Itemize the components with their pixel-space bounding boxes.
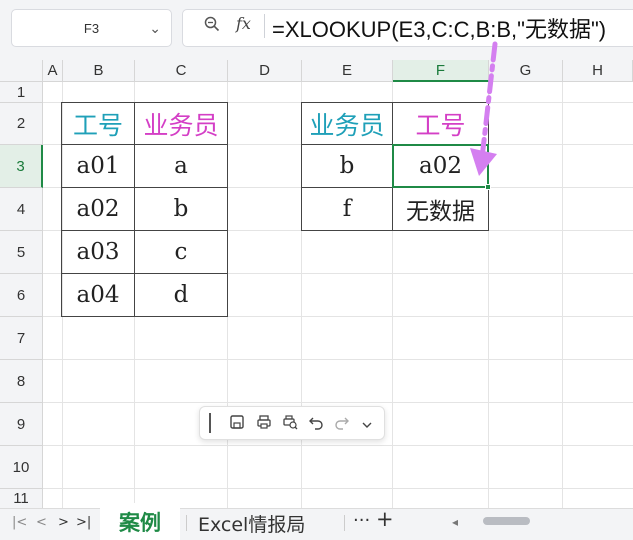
save-icon[interactable]	[229, 414, 245, 434]
row-header-7[interactable]: 7	[0, 317, 43, 360]
row-header-11[interactable]: 11	[0, 489, 43, 509]
add-sheet-button[interactable]: +	[376, 507, 394, 531]
chevron-down-icon[interactable]: ⌄	[149, 20, 161, 37]
more-sheets-icon[interactable]: ···	[353, 510, 370, 531]
cell-b5[interactable]: a03	[61, 230, 135, 274]
print-icon[interactable]	[256, 414, 272, 434]
column-header-c[interactable]: C	[135, 60, 228, 82]
cell-c2[interactable]: 业务员	[134, 102, 228, 145]
cell-e2[interactable]: 业务员	[301, 102, 393, 145]
fill-handle[interactable]	[485, 184, 491, 190]
horizontal-scrollbar-thumb[interactable]	[483, 517, 530, 525]
row-header-2[interactable]: 2	[0, 103, 43, 145]
select-all-corner[interactable]	[0, 60, 43, 82]
cell-c5[interactable]: c	[134, 230, 228, 274]
scroll-left-icon[interactable]: ◂	[452, 515, 458, 529]
divider	[264, 14, 265, 38]
redo-icon[interactable]	[334, 414, 350, 434]
grid-line	[43, 359, 633, 360]
cell-f4[interactable]: 无数据	[392, 187, 489, 231]
row-header-6[interactable]: 6	[0, 274, 43, 317]
cell-c4[interactable]: b	[134, 187, 228, 231]
column-header-a[interactable]: A	[43, 60, 63, 82]
divider	[344, 515, 345, 531]
column-header-b[interactable]: B	[63, 60, 135, 82]
cell-c6[interactable]: d	[134, 273, 228, 317]
cell-e3[interactable]: b	[301, 144, 393, 188]
column-header-d[interactable]: D	[228, 60, 302, 82]
sheet-tab[interactable]: Excel情报局	[198, 510, 305, 537]
row-header-4[interactable]: 4	[0, 188, 43, 231]
column-header-e[interactable]: E	[302, 60, 393, 82]
print-preview-icon[interactable]	[282, 414, 298, 434]
drag-handle-icon[interactable]	[209, 413, 211, 433]
fx-icon[interactable]: fx	[236, 14, 251, 33]
undo-icon[interactable]	[308, 414, 324, 434]
chevron-down-icon[interactable]	[361, 416, 373, 435]
formula-text[interactable]: =XLOOKUP(E3,C:C,B:B,"无数据")	[272, 12, 606, 44]
row-header-10[interactable]: 10	[0, 446, 43, 489]
column-header-h[interactable]: H	[563, 60, 633, 82]
zoom-icon[interactable]	[204, 16, 220, 36]
name-box-value: F3	[83, 20, 100, 36]
row-header-1[interactable]: 1	[0, 82, 43, 103]
cell-b3[interactable]: a01	[61, 144, 135, 188]
sheet-tab-active[interactable]: 案例	[100, 503, 180, 540]
cell-c3[interactable]: a	[134, 144, 228, 188]
grid-line	[43, 402, 633, 403]
cell-e4[interactable]: f	[301, 187, 393, 231]
annotation-arrow-icon	[470, 41, 498, 176]
cell-b6[interactable]: a04	[61, 273, 135, 317]
row-header-9[interactable]: 9	[0, 403, 43, 446]
next-sheet-icon[interactable]: >	[58, 515, 69, 530]
grid-line	[43, 445, 633, 446]
name-box[interactable]: F3 ⌄	[11, 9, 172, 47]
first-sheet-icon[interactable]: |<	[12, 515, 27, 530]
row-header-8[interactable]: 8	[0, 360, 43, 403]
divider	[186, 515, 187, 531]
row-header-3[interactable]: 3	[0, 145, 43, 188]
cell-b4[interactable]: a02	[61, 187, 135, 231]
row-header-5[interactable]: 5	[0, 231, 43, 274]
prev-sheet-icon[interactable]: <	[36, 515, 47, 530]
grid-line	[43, 488, 633, 489]
cell-b2[interactable]: 工号	[61, 102, 135, 145]
last-sheet-icon[interactable]: >|	[76, 515, 91, 530]
sheet-tab-bar	[0, 508, 633, 540]
